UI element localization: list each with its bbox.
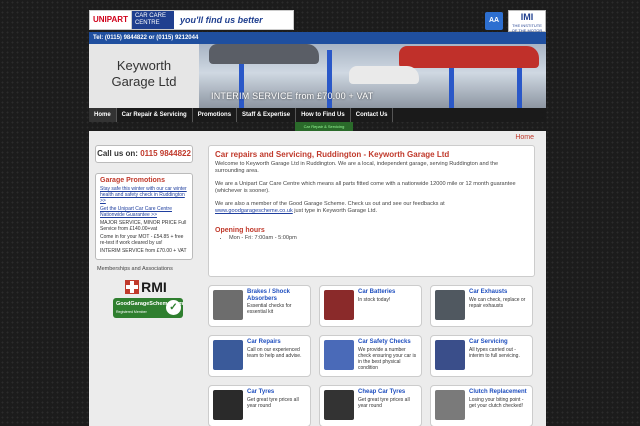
nav-promotions[interactable]: Promotions <box>193 108 238 122</box>
phone-bar: Tel: (0115) 9844822 or (0115) 9212044 <box>89 32 546 44</box>
tile-desc: In stock today! <box>358 297 391 303</box>
tile-thumbnail <box>324 290 354 320</box>
content-scheme-suffix: just type in Keyworth Garage Ltd. <box>292 208 378 214</box>
checkmark-icon: ✓ <box>166 300 181 315</box>
imi-logo[interactable]: IMI THE INSTITUTE OF THE MOTOR INDUSTRY <box>508 10 546 38</box>
nav-contact[interactable]: Contact Us <box>351 108 394 122</box>
promo-interim: INTERIM SERVICE from £70.00 + VAT <box>100 248 187 254</box>
tile-batteries[interactable]: Car Batteries In stock today! <box>319 285 422 327</box>
tile-thumbnail <box>435 390 465 420</box>
site-title[interactable]: Keyworth Garage Ltd <box>89 44 199 108</box>
promotions-title: Garage Promotions <box>100 177 165 184</box>
raised-car <box>399 46 539 68</box>
page: UNIPART CAR CARE CENTRE you'll find us b… <box>89 0 546 426</box>
main-content: Car repairs and Servicing, Ruddington - … <box>208 145 535 277</box>
tile-safety-checks[interactable]: Car Safety Checks We provide a number ch… <box>319 335 422 377</box>
tile-thumbnail <box>435 340 465 370</box>
memberships-title: Memberships and Associations <box>97 266 173 272</box>
opening-hours-list: Mon - Fri: 7:00am - 5:00pm <box>229 234 528 242</box>
promo-link-winter[interactable]: Stay safe this winter with our car winte… <box>100 186 188 204</box>
tile-tyres[interactable]: Car Tyres Get great tyre prices all year… <box>208 385 311 426</box>
promo-major-service: MAJOR SERVICE, MINOR PRICE Full Service … <box>100 220 187 232</box>
tile-desc: Essential checks for essential kit <box>247 303 292 315</box>
slogan-text: you'll find us better <box>179 15 263 25</box>
call-number: 0115 9844822 <box>140 149 191 158</box>
good-garage-link[interactable]: www.goodgaragescheme.co.uk <box>215 208 293 214</box>
care-centre-label: CAR CARE CENTRE <box>131 11 174 29</box>
rmi-emblem-icon <box>125 279 140 294</box>
site-header: Keyworth Garage Ltd INTERIM SERVICE from… <box>89 44 546 108</box>
tile-desc: Losing your biting point - get your clut… <box>469 397 524 409</box>
tile-desc: Call on our experienced team to help and… <box>247 347 302 359</box>
tile-desc: Get great tyre prices all year round <box>358 397 410 409</box>
sidebar: Call us on: 0115 9844822 Garage Promotio… <box>95 145 205 318</box>
tile-servicing[interactable]: Car Servicing All types carried out - in… <box>430 335 533 377</box>
tile-thumbnail <box>213 290 243 320</box>
tile-exhausts[interactable]: Car Exhausts We can check, replace or re… <box>430 285 533 327</box>
tile-title: Car Repairs <box>247 339 281 345</box>
nav-car-repair[interactable]: Car Repair & Servicing <box>117 108 193 122</box>
nav-staff[interactable]: Staff & Expertise <box>237 108 297 122</box>
nav-submenu-item[interactable]: Car Repair & Servicing <box>295 122 353 131</box>
aa-logo[interactable]: AA <box>485 12 503 30</box>
tile-title: Brakes / Shock Absorbers <box>247 289 291 302</box>
tile-thumbnail <box>435 290 465 320</box>
tile-brakes[interactable]: Brakes / Shock Absorbers Essential check… <box>208 285 311 327</box>
unipart-label: UNIPART <box>90 11 132 29</box>
promotions-box: Garage Promotions Stay safe this winter … <box>95 173 193 260</box>
tile-title: Car Batteries <box>358 289 396 295</box>
content-scheme-text: We are also a member of the Good Garage … <box>215 201 445 207</box>
tile-desc: We can check, replace or repair exhausts <box>469 297 526 309</box>
tile-cheap-tyres[interactable]: Cheap Car Tyres Get great tyre prices al… <box>319 385 422 426</box>
rmi-label: RMI <box>141 278 167 295</box>
tile-desc: All types carried out - interim to full … <box>469 347 520 359</box>
content-intro: Welcome to Keyworth Garage Ltd in Ruddin… <box>215 161 499 174</box>
parked-car <box>349 66 419 84</box>
tile-title: Car Exhausts <box>469 289 508 295</box>
tile-title: Car Safety Checks <box>358 339 411 345</box>
content-heading: Car repairs and Servicing, Ruddington - … <box>215 150 450 159</box>
opening-hours-item: Mon - Fri: 7:00am - 5:00pm <box>229 234 528 242</box>
tile-title: Car Tyres <box>247 389 275 395</box>
top-banner: UNIPART CAR CARE CENTRE you'll find us b… <box>89 10 546 38</box>
tile-thumbnail <box>213 390 243 420</box>
nav-home[interactable]: Home <box>89 108 117 122</box>
imi-label: IMI <box>520 12 534 22</box>
rmi-logo[interactable]: RMI <box>119 278 173 295</box>
tile-thumbnail <box>213 340 243 370</box>
good-garage-scheme-logo[interactable]: GoodGarageScheme.com Registered Member ✓ <box>113 298 183 318</box>
tile-title: Clutch Replacement <box>469 389 527 395</box>
call-us-box[interactable]: Call us on: 0115 9844822 <box>95 145 193 163</box>
tile-desc: We provide a number check ensuring your … <box>358 347 417 371</box>
tile-thumbnail <box>324 340 354 370</box>
raised-car <box>209 44 319 64</box>
site-title-line1: Keyworth <box>116 58 172 73</box>
tile-title: Cheap Car Tyres <box>358 389 406 395</box>
tile-title: Car Servicing <box>469 339 508 345</box>
main-area: Home Call us on: 0115 9844822 Garage Pro… <box>89 131 546 426</box>
content-scheme: We are also a member of the Good Garage … <box>215 201 528 215</box>
site-title-line2: Garage Ltd <box>111 74 177 89</box>
unipart-logo[interactable]: UNIPART CAR CARE CENTRE you'll find us b… <box>89 10 294 30</box>
promo-mot: Come in for your MOT - £54.85 + free re-… <box>100 234 184 246</box>
ggs-sub-label: Registered Member <box>116 310 147 314</box>
main-nav: Home Car Repair & Servicing Promotions S… <box>89 108 546 122</box>
promo-link-guarantee[interactable]: Get the Unipart Car Care Centre Nationwi… <box>100 206 188 218</box>
breadcrumb[interactable]: Home <box>515 134 534 141</box>
nav-find-us[interactable]: How to Find Us <box>296 108 351 122</box>
garage-photo: INTERIM SERVICE from £70.00 + VAT <box>199 44 546 108</box>
header-caption: INTERIM SERVICE from £70.00 + VAT <box>211 91 374 101</box>
tile-clutch[interactable]: Clutch Replacement Losing your biting po… <box>430 385 533 426</box>
tile-thumbnail <box>324 390 354 420</box>
tile-desc: Get great tyre prices all year round <box>247 397 299 409</box>
tile-repairs[interactable]: Car Repairs Call on our experienced team… <box>208 335 311 377</box>
opening-hours-title: Opening hours <box>215 227 265 234</box>
content-guarantee: We are a Unipart Car Care Centre which m… <box>215 181 516 194</box>
call-label: Call us on: <box>97 149 138 158</box>
